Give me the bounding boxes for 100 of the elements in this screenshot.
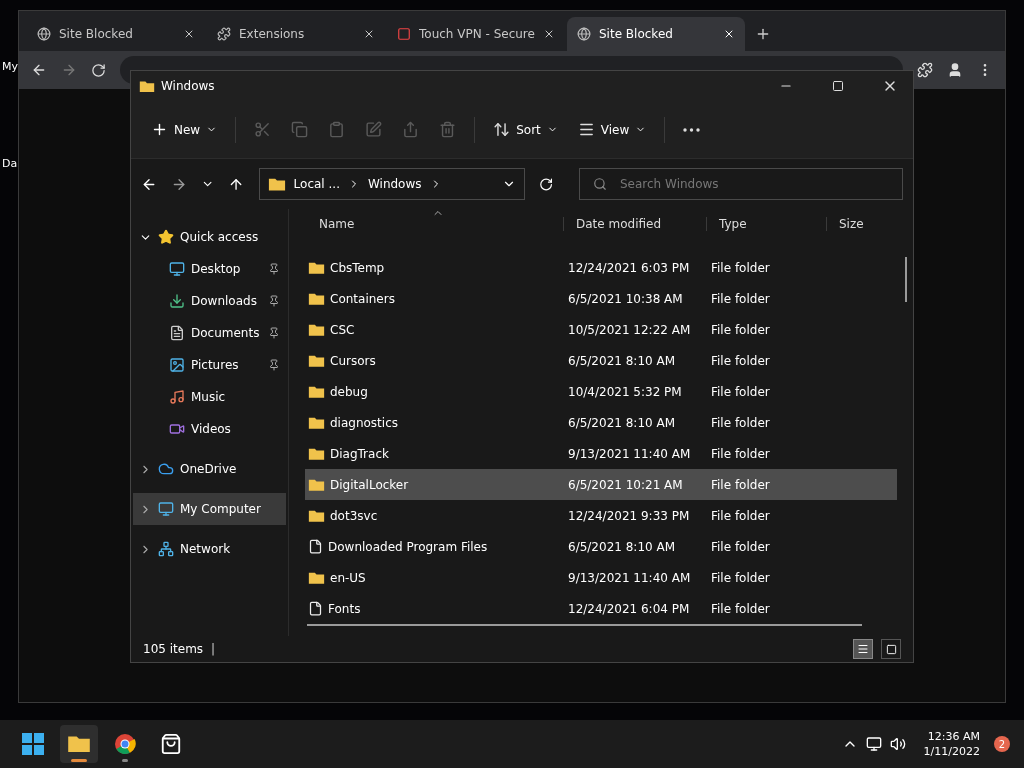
cut-icon	[254, 121, 272, 138]
sort-button[interactable]: Sort	[485, 113, 566, 146]
sidebar-item[interactable]: OneDrive	[133, 453, 286, 485]
view-button[interactable]: View	[569, 113, 655, 146]
volume-icon[interactable]	[889, 736, 906, 752]
file-row[interactable]: debug 10/4/2021 5:32 PM File folder	[305, 376, 897, 407]
picture-icon	[169, 357, 185, 373]
details-view-button[interactable]	[853, 639, 873, 659]
file-name: DiagTrack	[330, 446, 389, 461]
folder-icon	[139, 79, 155, 93]
file-name: diagnostics	[330, 415, 398, 430]
computer-icon	[158, 501, 174, 517]
folder-icon	[267, 176, 286, 192]
sidebar-item[interactable]: Documents	[133, 317, 286, 349]
file-row[interactable]: dot3svc 12/24/2021 9:33 PM File folder	[305, 500, 897, 531]
sort-icon	[493, 121, 511, 138]
paste-icon	[328, 121, 346, 138]
tiles-view-button[interactable]	[881, 639, 901, 659]
file-row[interactable]: Containers 6/5/2021 10:38 AM File folder	[305, 283, 897, 314]
browser-tab[interactable]: Extensions	[207, 17, 385, 51]
file-row[interactable]: en-US 9/13/2021 11:40 AM File folder	[305, 562, 897, 593]
file-row[interactable]: diagnostics 6/5/2021 8:10 AM File folder	[305, 407, 897, 438]
puzzle-icon[interactable]	[917, 62, 933, 78]
breadcrumb-item[interactable]: Local ...	[293, 177, 340, 191]
file-row[interactable]: Downloaded Program Files 6/5/2021 8:10 AM File folder	[305, 531, 897, 562]
type-cell-text: File folder	[710, 508, 771, 523]
browser-tab[interactable]: Site Blocked	[27, 17, 205, 51]
column-header[interactable]: Name	[307, 217, 563, 231]
close-icon[interactable]	[183, 28, 195, 40]
refresh-icon[interactable]	[538, 176, 553, 192]
new-tab-icon[interactable]	[755, 26, 771, 42]
type-cell-text: File folder	[710, 260, 771, 275]
file-name: CSC	[330, 322, 355, 337]
desktop-icon-label[interactable]: My	[2, 60, 18, 73]
puzzle-icon	[217, 27, 231, 41]
file-row[interactable]: DiagTrack 9/13/2021 11:40 AM File folder	[305, 438, 897, 469]
music-icon	[169, 389, 185, 405]
type-cell-text: File folder	[710, 384, 771, 399]
sidebar-item[interactable]: Videos	[133, 413, 286, 445]
close-icon[interactable]	[363, 28, 375, 40]
rename-icon	[365, 121, 383, 138]
sidebar-item[interactable]: Music	[133, 381, 286, 413]
address-bar[interactable]: Local ... Windows	[258, 168, 525, 200]
sidebar-item[interactable]: Downloads	[133, 285, 286, 317]
sidebar-item[interactable]: My Computer	[133, 493, 286, 525]
search-icon	[593, 177, 607, 191]
network-icon[interactable]	[865, 736, 882, 752]
download-icon	[169, 293, 185, 309]
search-field[interactable]: Search Windows	[579, 168, 903, 200]
monitor-icon	[169, 261, 185, 277]
file-row[interactable]: Fonts 12/24/2021 6:04 PM File folder	[305, 593, 897, 624]
sidebar-item[interactable]: Desktop	[133, 253, 286, 285]
sidebar-item[interactable]: Pictures	[133, 349, 286, 381]
video-icon	[169, 421, 185, 437]
scrollbar	[905, 257, 907, 302]
file-row[interactable]: CbsTemp 12/24/2021 6:03 PM File folder	[305, 252, 897, 283]
status-separator: |	[211, 642, 216, 656]
date-cell-text: 6/5/2021 10:38 AM	[567, 291, 684, 306]
document-icon	[169, 325, 185, 341]
breadcrumb-item[interactable]: Windows	[367, 177, 422, 191]
type-cell-text: File folder	[710, 322, 771, 337]
sidebar-item[interactable]: Quick access	[133, 221, 286, 253]
plus-icon	[151, 121, 168, 138]
file-row[interactable]: DigitalLocker 6/5/2021 10:21 AM File folder	[305, 469, 897, 500]
date-cell-text: 12/24/2021 9:33 PM	[567, 508, 691, 523]
back-icon[interactable]	[31, 62, 47, 78]
file-row[interactable]: Cursors 6/5/2021 8:10 AM File folder	[305, 345, 897, 376]
column-header[interactable]: Size	[826, 217, 906, 231]
date-cell-text: 6/5/2021 8:10 AM	[567, 353, 677, 368]
sidebar-item[interactable]: Network	[133, 533, 286, 565]
reload-icon[interactable]	[91, 62, 106, 78]
column-header[interactable]: Type	[706, 217, 826, 231]
browser-tab[interactable]: Touch VPN - Secure	[387, 17, 565, 51]
globe-icon	[37, 27, 51, 41]
tile-icon	[885, 643, 897, 655]
file-row[interactable]: CSC 10/5/2021 12:22 AM File folder	[305, 314, 897, 345]
close-icon[interactable]	[543, 28, 555, 40]
desktop-icon-label[interactable]: Da	[2, 157, 18, 170]
folder-icon	[308, 415, 325, 430]
date-cell-text: 12/24/2021 6:04 PM	[567, 601, 691, 616]
globe-icon	[577, 27, 591, 41]
clock[interactable]: 12:36 AM 1/11/2022	[923, 730, 980, 758]
browser-tab[interactable]: Site Blocked	[567, 17, 745, 51]
date-cell-text: 10/4/2021 5:32 PM	[567, 384, 683, 399]
folder-icon	[308, 508, 325, 523]
type-cell-text: File folder	[710, 477, 771, 492]
profile-icon[interactable]	[947, 62, 963, 78]
file-name: Cursors	[330, 353, 376, 368]
type-cell-text: File folder	[710, 353, 771, 368]
forward-icon[interactable]	[61, 62, 77, 78]
folder-icon	[308, 291, 325, 306]
explorer-app-button[interactable]	[60, 725, 98, 763]
file-name: CbsTemp	[330, 260, 385, 275]
more-icon	[683, 127, 701, 132]
type-cell-text: File folder	[710, 291, 771, 306]
new-button[interactable]: New	[143, 113, 226, 146]
close-icon[interactable]	[723, 28, 735, 40]
file-name: en-US	[330, 570, 366, 585]
file-icon	[308, 539, 323, 554]
column-header[interactable]: Date modified	[563, 217, 706, 231]
